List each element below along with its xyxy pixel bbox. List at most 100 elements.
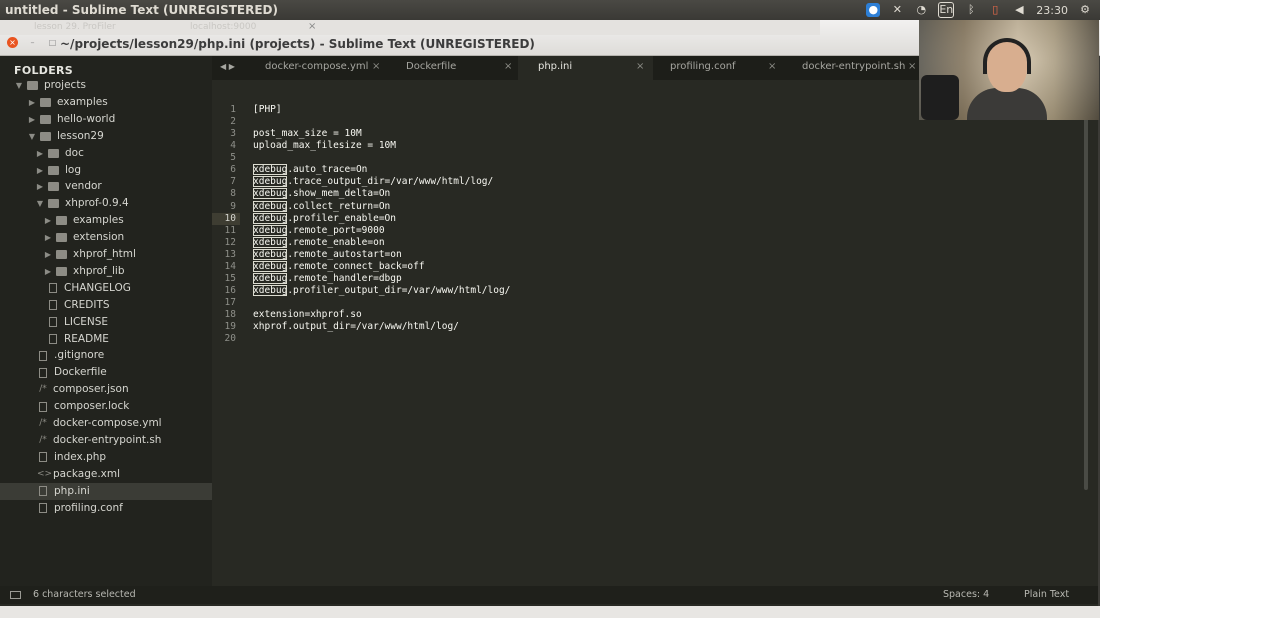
sidebar-item-doc[interactable]: ▶ doc <box>35 145 84 162</box>
maximize-window-button[interactable]: □ <box>47 37 58 48</box>
close-icon[interactable]: × <box>908 56 916 78</box>
chevron-right-icon[interactable]: ▶ <box>27 94 37 111</box>
file-icon <box>49 334 57 344</box>
code-line[interactable]: xdebug.collect_return=On <box>253 200 390 213</box>
selection-match: xdebug <box>253 164 288 176</box>
sidebar-item-composer-lock[interactable]: composer.lock <box>35 398 129 415</box>
close-icon[interactable]: × <box>636 56 644 78</box>
sidebar-item-gitignore[interactable]: .gitignore <box>35 347 104 364</box>
code-line[interactable]: upload_max_filesize = 10M <box>253 140 396 152</box>
code-line[interactable]: xdebug.auto_trace=On <box>253 164 367 176</box>
code-line[interactable]: extension=xhprof.so <box>253 309 362 321</box>
code-line[interactable]: xdebug.remote_port=9000 <box>253 224 385 237</box>
chevron-right-icon[interactable]: ▶ <box>43 229 53 246</box>
chevron-right-icon[interactable]: ▶ <box>43 212 53 229</box>
folder-icon <box>40 97 51 107</box>
sidebar-item-dockerfile[interactable]: Dockerfile <box>35 364 107 381</box>
sidebar-item-docker-entrypoint-sh[interactable]: /* docker-entrypoint.sh <box>35 432 161 449</box>
close-window-button[interactable]: × <box>7 37 18 48</box>
sidebar-item-credits[interactable]: CREDITS <box>45 297 110 314</box>
sidebar-item-readme[interactable]: README <box>45 331 109 348</box>
sidebar-item-examples[interactable]: ▶ examples <box>43 212 124 229</box>
sidebar-item-changelog[interactable]: CHANGELOG <box>45 280 131 297</box>
sidebar-item-package-xml[interactable]: <> package.xml <box>35 466 120 483</box>
code-text: .show_mem_delta=On <box>287 188 391 200</box>
battery-icon[interactable]: ▯ <box>988 3 1002 17</box>
code-line[interactable]: xhprof.output_dir=/var/www/html/log/ <box>253 321 459 333</box>
camera-icon[interactable]: ● <box>866 3 881 17</box>
code-line[interactable]: xdebug.remote_handler=dbgp <box>253 272 402 285</box>
sidebar-item-xhprof-lib[interactable]: ▶ xhprof_lib <box>43 263 125 280</box>
sidebar-item-hello-world[interactable]: ▶ hello-world <box>27 111 115 128</box>
chevron-right-icon[interactable]: ▶ <box>35 178 45 195</box>
panel-toggle-icon[interactable] <box>10 591 21 599</box>
chevron-right-icon[interactable]: ▶ <box>35 162 45 179</box>
line-number: 13 <box>224 248 236 260</box>
sidebar-item-projects[interactable]: ▼ projects <box>14 77 86 94</box>
code-line[interactable]: xdebug.trace_output_dir=/var/www/html/lo… <box>253 176 493 188</box>
chevron-right-icon[interactable]: ▶ <box>43 263 53 280</box>
tab-docker-entrypoint-sh[interactable]: docker-entrypoint.sh × <box>784 56 920 80</box>
chevron-down-icon[interactable]: ▼ <box>14 77 24 94</box>
chevron-down-icon[interactable]: ▼ <box>35 195 45 212</box>
sidebar-item-log[interactable]: ▶ log <box>35 162 81 179</box>
sidebar-item-index-php[interactable]: index.php <box>35 449 106 466</box>
chevron-right-icon[interactable]: ▶ <box>43 246 53 263</box>
sidebar-item-profiling-conf[interactable]: profiling.conf <box>35 500 123 517</box>
close-icon[interactable]: × <box>372 56 380 78</box>
sidebar-item-license[interactable]: LICENSE <box>45 314 108 331</box>
wifi-icon[interactable]: ◔ <box>914 3 928 17</box>
code-text: .remote_autostart=on <box>287 248 402 260</box>
keyboard-layout-indicator[interactable]: En <box>938 2 955 18</box>
minimize-window-button[interactable]: – <box>27 37 38 48</box>
line-number-gutter: 1 2 3 4 5 6 7 8 9 10 11 12 13 14 15 16 17 18 19 20 <box>212 80 240 580</box>
chevron-down-icon[interactable]: ▼ <box>27 128 37 145</box>
syntax-status[interactable]: Plain Text <box>1024 586 1069 604</box>
volume-icon[interactable]: ◀ <box>1012 3 1026 17</box>
sidebar-item-vendor[interactable]: ▶ vendor <box>35 178 102 195</box>
code-line[interactable]: xdebug.remote_enable=on <box>253 236 385 249</box>
tab-docker-compose-yml[interactable]: docker-compose.yml × <box>212 56 382 80</box>
sidebar-item-lesson29[interactable]: ▼ lesson29 <box>27 128 104 145</box>
sidebar-item-composer-json[interactable]: /* composer.json <box>35 381 128 398</box>
sidebar-item-xhprof-html[interactable]: ▶ xhprof_html <box>43 246 136 263</box>
folder-icon <box>48 165 59 175</box>
code-line[interactable]: [PHP] <box>253 104 282 116</box>
code-line[interactable]: post_max_size = 10M <box>253 128 362 140</box>
tab-php-ini[interactable]: php.ini × <box>518 56 653 80</box>
sidebar-item-label: doc <box>65 146 84 159</box>
indentation-status[interactable]: Spaces: 4 <box>943 586 989 604</box>
sidebar-item-label: projects <box>44 79 86 91</box>
folder-icon <box>40 131 51 141</box>
line-number: 8 <box>230 188 236 200</box>
code-line[interactable]: xdebug.show_mem_delta=On <box>253 188 390 200</box>
folder-icon <box>48 148 59 158</box>
sidebar-item-php-ini[interactable]: php.ini <box>0 482 212 500</box>
tab-dockerfile[interactable]: Dockerfile × <box>382 56 517 80</box>
editor-scrollbar[interactable] <box>1084 80 1088 490</box>
chevron-right-icon[interactable]: ▶ <box>35 145 45 162</box>
folder-icon <box>56 250 67 259</box>
close-icon[interactable]: × <box>504 56 512 78</box>
code-line[interactable]: xdebug.remote_autostart=on <box>253 248 402 261</box>
clock[interactable]: 23:30 <box>1036 4 1068 17</box>
tab-profiling-conf[interactable]: profiling.conf × <box>654 56 784 80</box>
code-line[interactable]: xdebug.remote_connect_back=off <box>253 260 425 273</box>
sidebar-item-label: examples <box>57 95 108 108</box>
chevron-right-icon[interactable]: ▶ <box>27 111 37 128</box>
sidebar-item-docker-compose-yml[interactable]: /* docker-compose.yml <box>35 415 161 432</box>
code-editor[interactable]: [PHP] post_max_size = 10M upload_max_files… <box>253 80 1083 580</box>
sidebar-item-xhprof-0-9-4[interactable]: ▼ xhprof-0.9.4 <box>35 195 129 212</box>
code-text: .remote_connect_back=off <box>287 260 425 272</box>
close-icon[interactable]: × <box>768 56 776 78</box>
selection-match: xdebug <box>253 236 288 248</box>
selection-match: xdebug <box>253 248 288 260</box>
tools-icon[interactable]: ✕ <box>890 3 904 17</box>
code-text: extension=xhprof.so <box>253 309 362 321</box>
sidebar-item-extension[interactable]: ▶ extension <box>43 229 124 246</box>
gear-icon[interactable]: ⚙ <box>1078 3 1092 17</box>
code-line[interactable]: xdebug.profiler_output_dir=/var/www/html… <box>253 285 510 297</box>
sidebar-item-examples[interactable]: ▶ examples <box>27 94 108 111</box>
code-line[interactable]: xdebug.profiler_enable=On <box>253 212 396 225</box>
bluetooth-icon[interactable]: ᛒ <box>964 3 978 17</box>
